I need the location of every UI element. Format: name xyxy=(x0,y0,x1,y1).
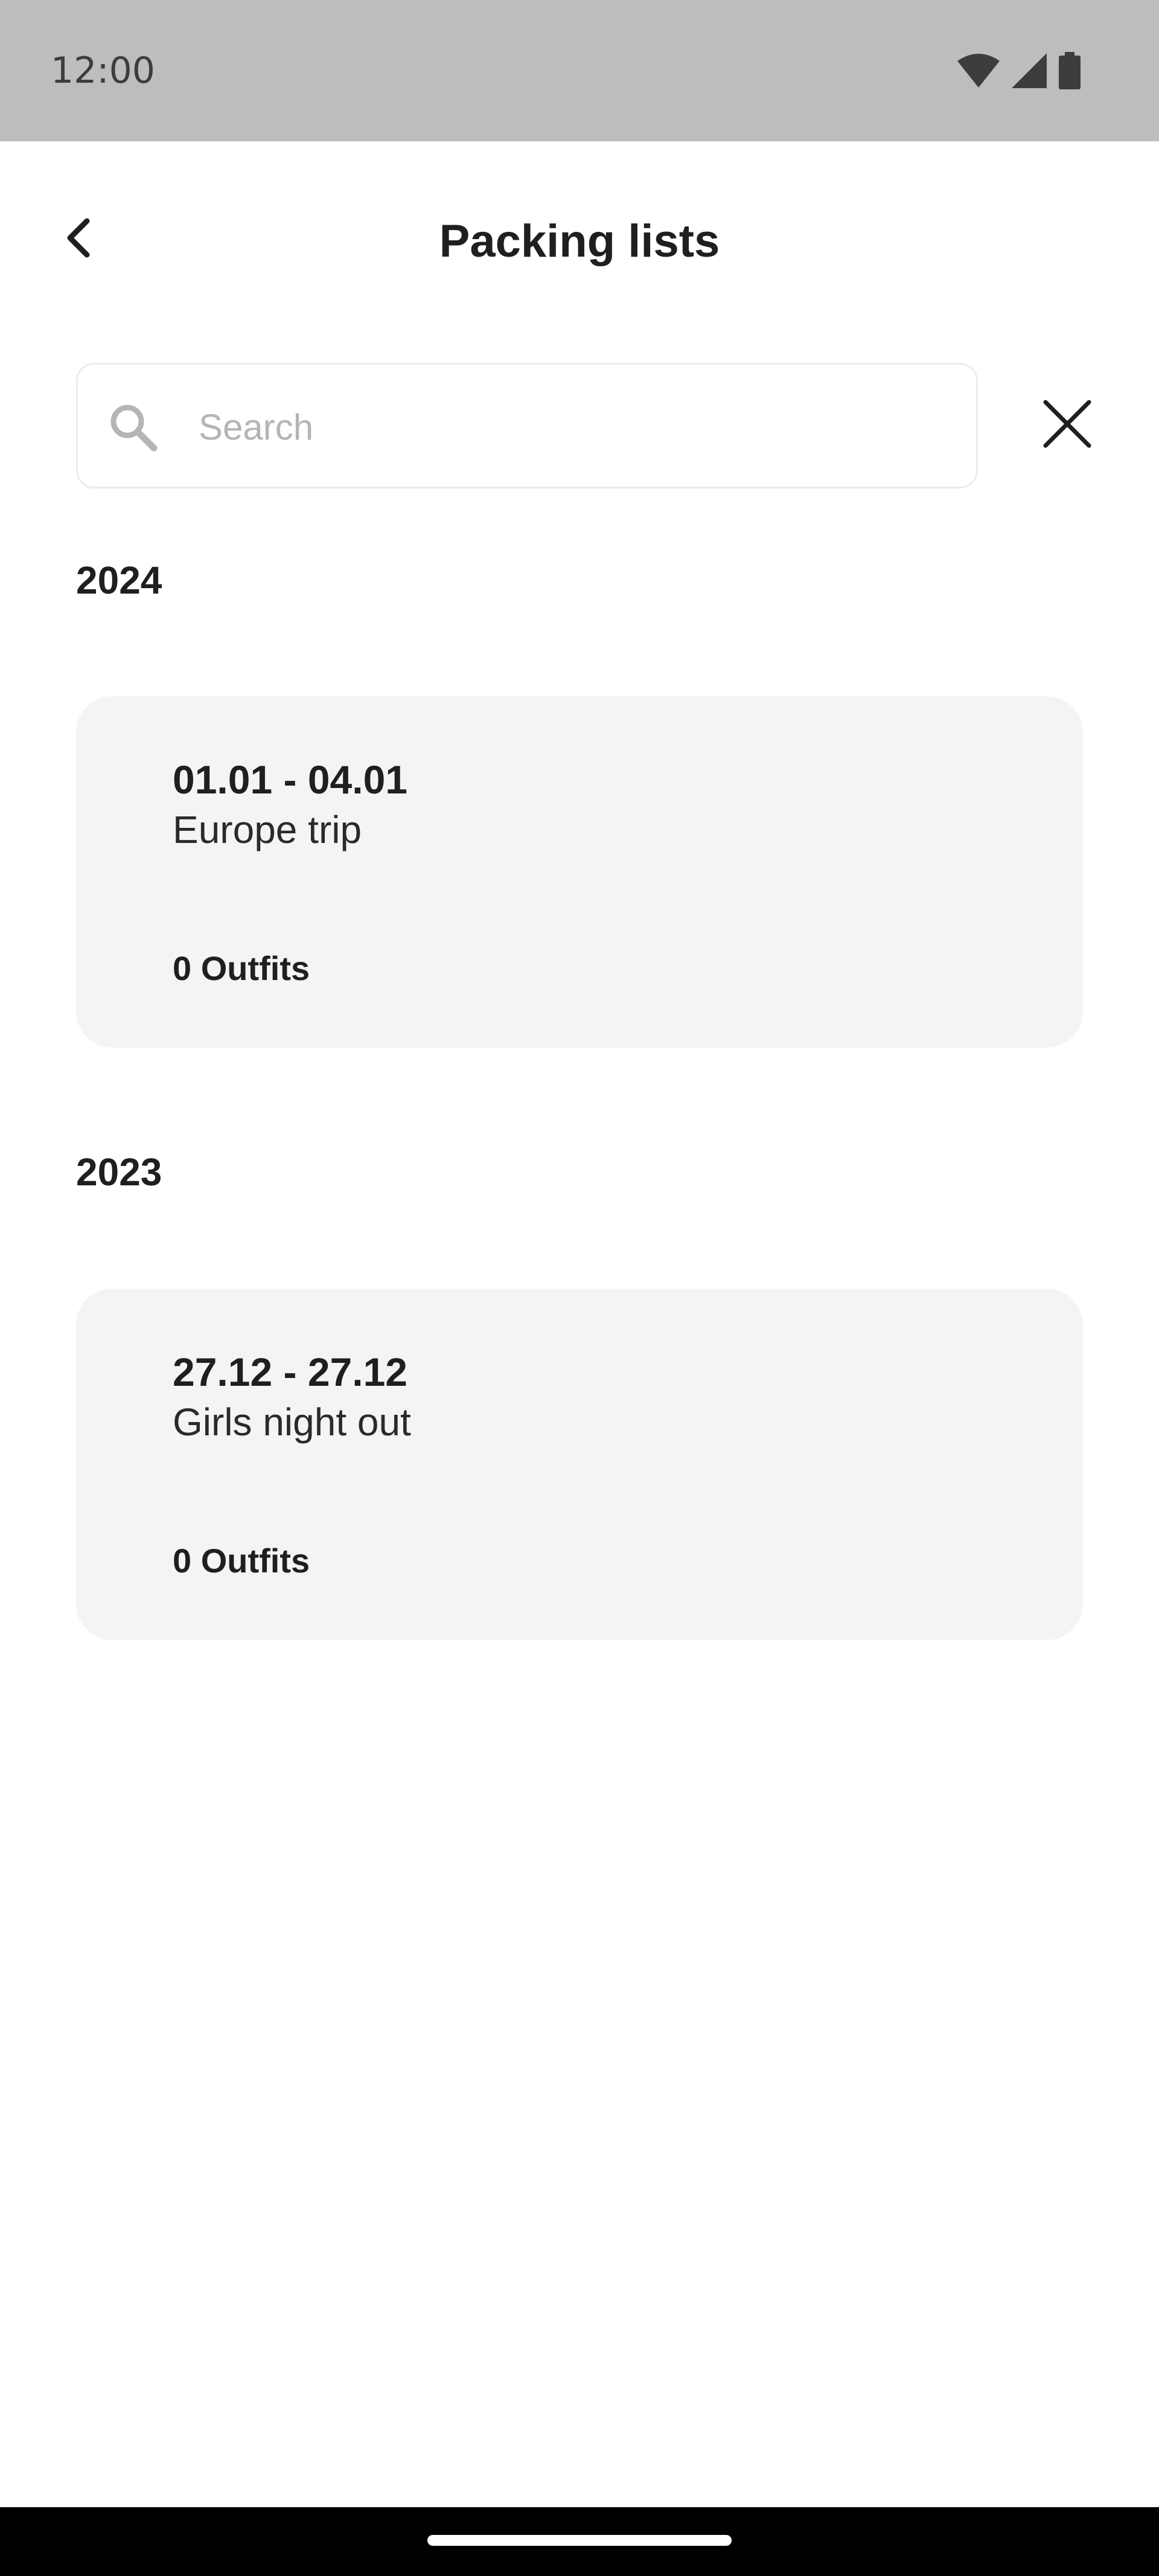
wifi-icon xyxy=(957,54,1000,88)
close-icon xyxy=(1043,400,1091,448)
packing-list-card[interactable]: 27.12 - 27.12 Girls night out 0 Outfits xyxy=(76,1289,1083,1640)
system-nav-bar xyxy=(0,2507,1159,2576)
year-heading: 2023 xyxy=(76,1150,162,1194)
trip-name: Europe trip xyxy=(173,808,362,851)
trip-dates: 27.12 - 27.12 xyxy=(173,1350,407,1394)
status-time: 12:00 xyxy=(51,50,155,92)
year-heading: 2024 xyxy=(76,559,162,602)
app-header: Packing lists xyxy=(0,141,1159,341)
clear-search-button[interactable] xyxy=(1037,394,1097,454)
search-icon xyxy=(110,405,158,452)
outfit-count: 0 Outfits xyxy=(173,1542,310,1580)
cell-signal-icon xyxy=(1012,53,1047,88)
trip-dates: 01.01 - 04.01 xyxy=(173,757,407,802)
status-bar: 12:00 xyxy=(0,0,1159,141)
page-title: Packing lists xyxy=(439,216,720,267)
status-icons xyxy=(957,52,1081,89)
packing-list-card[interactable]: 01.01 - 04.01 Europe trip 0 Outfits xyxy=(76,696,1083,1048)
search-box[interactable] xyxy=(76,363,978,489)
home-indicator[interactable] xyxy=(427,2535,732,2546)
trip-name: Girls night out xyxy=(173,1400,411,1444)
outfit-count: 0 Outfits xyxy=(173,949,310,987)
search-input[interactable] xyxy=(199,395,923,459)
battery-icon xyxy=(1059,52,1081,89)
